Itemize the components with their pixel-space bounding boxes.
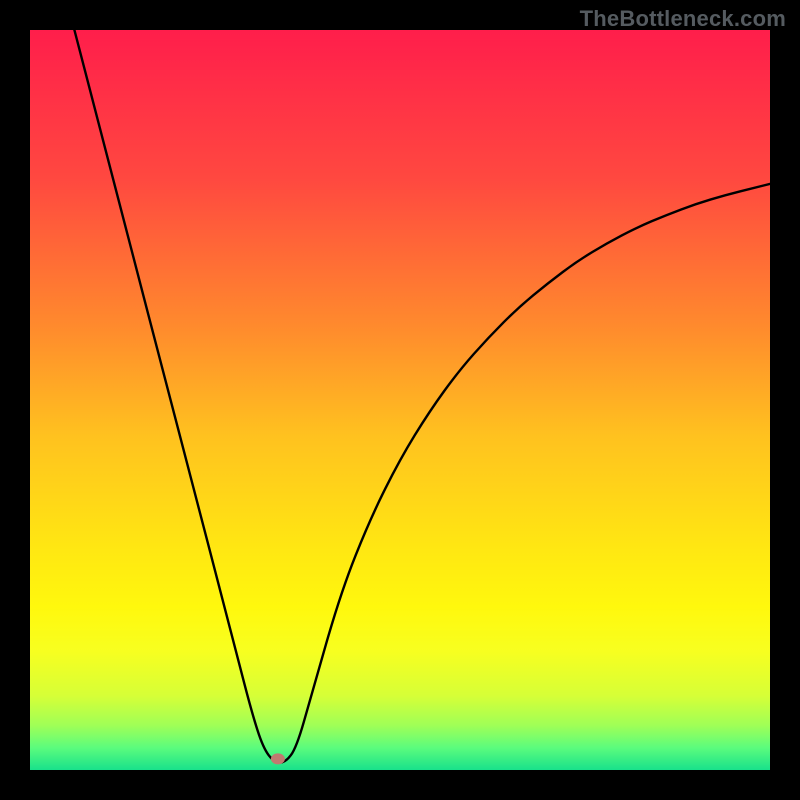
chart-frame: TheBottleneck.com <box>0 0 800 800</box>
plot-background <box>30 30 770 770</box>
attribution-watermark: TheBottleneck.com <box>580 6 786 32</box>
optimal-point-marker <box>271 753 285 764</box>
bottleneck-chart <box>30 30 770 770</box>
